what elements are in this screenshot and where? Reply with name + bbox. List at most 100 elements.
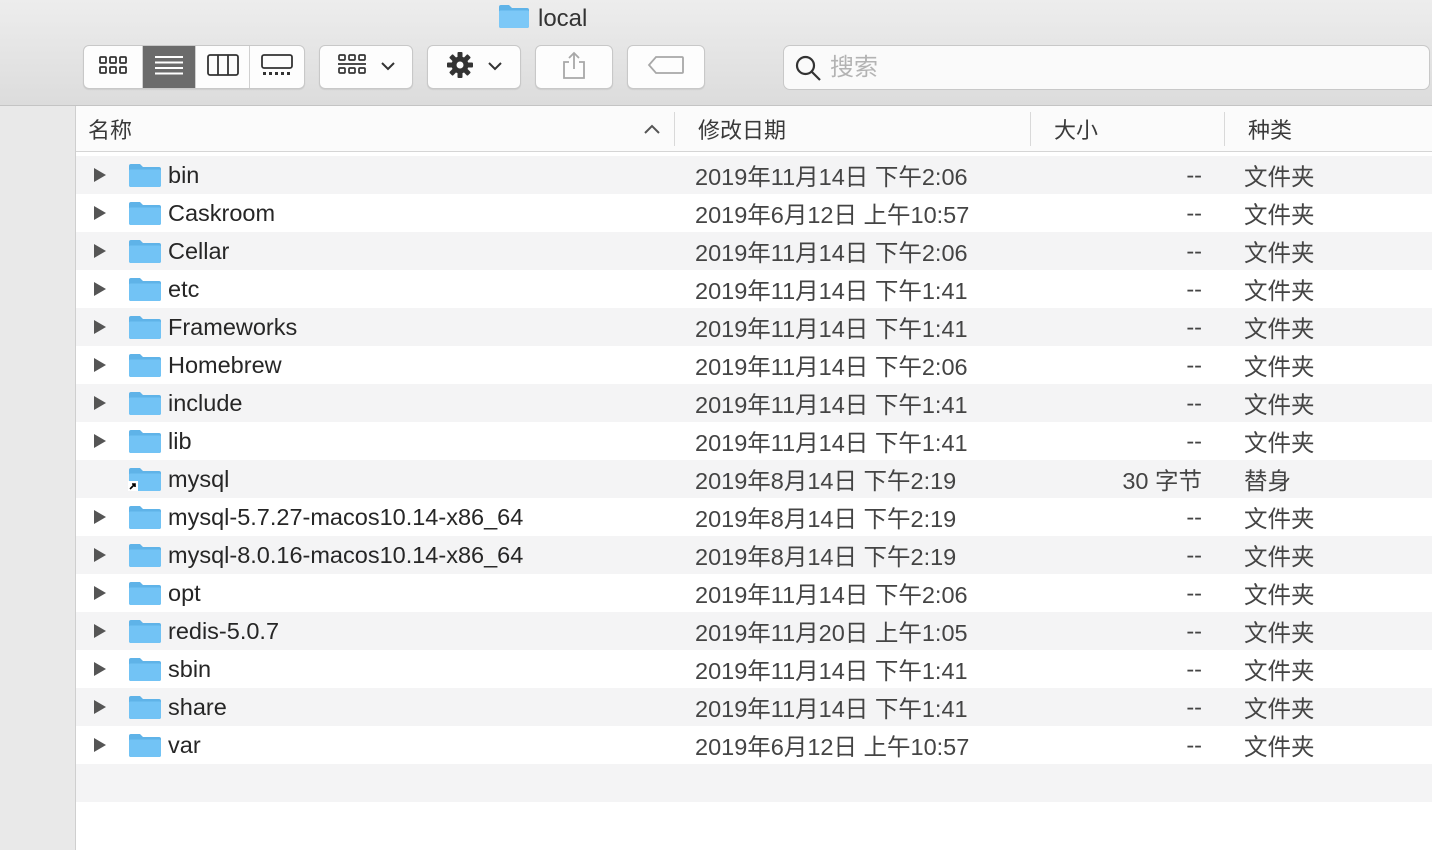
disclosure-triangle-icon[interactable] [90, 270, 110, 308]
file-row[interactable]: Frameworks 2019年11月14日 下午1:41 -- 文件夹 [76, 308, 1432, 346]
file-name: opt [168, 579, 201, 606]
folder-icon [128, 498, 162, 536]
disclosure-triangle-icon[interactable] [90, 574, 110, 612]
column-view-icon [206, 53, 239, 81]
disclosure-triangle-icon[interactable] [90, 650, 110, 688]
file-row[interactable]: bin 2019年11月14日 下午2:06 -- 文件夹 [76, 156, 1432, 194]
view-mode-control [83, 45, 305, 89]
disclosure-triangle-icon[interactable] [90, 308, 110, 346]
folder-icon [128, 384, 162, 422]
column-size-header[interactable]: 大小 [1054, 106, 1224, 151]
disclosure-triangle-icon[interactable] [90, 498, 110, 536]
file-name: mysql-8.0.16-macos10.14-x86_64 [168, 541, 524, 568]
tags-button[interactable] [627, 45, 705, 89]
file-row[interactable]: Homebrew 2019年11月14日 下午2:06 -- 文件夹 [76, 346, 1432, 384]
file-kind: 文件夹 [1244, 392, 1315, 418]
disclosure-triangle-icon[interactable] [90, 194, 110, 232]
file-row[interactable]: share 2019年11月14日 下午1:41 -- 文件夹 [76, 688, 1432, 726]
file-size: -- [1186, 313, 1202, 340]
file-row[interactable]: Caskroom 2019年6月12日 上午10:57 -- 文件夹 [76, 194, 1432, 232]
file-modified-date: 2019年11月14日 下午2:06 [695, 354, 968, 380]
disclosure-triangle-icon[interactable] [90, 422, 110, 460]
file-row[interactable]: lib 2019年11月14日 下午1:41 -- 文件夹 [76, 422, 1432, 460]
action-button[interactable] [427, 45, 521, 89]
file-row[interactable]: include 2019年11月14日 下午1:41 -- 文件夹 [76, 384, 1432, 422]
file-kind: 文件夹 [1244, 658, 1315, 684]
sidebar [0, 106, 76, 850]
window-title: local [498, 4, 587, 34]
column-modified-label: 修改日期 [698, 117, 787, 143]
disclosure-triangle-icon[interactable] [90, 156, 110, 194]
disclosure-triangle-icon[interactable] [90, 346, 110, 384]
column-header: 名称 修改日期 大小 种类 [76, 106, 1432, 152]
file-kind: 替身 [1244, 468, 1291, 494]
file-name: redis-5.0.7 [168, 617, 280, 644]
icon-view-icon [98, 55, 128, 80]
file-kind: 文件夹 [1244, 544, 1315, 570]
file-size: -- [1186, 351, 1202, 378]
disclosure-triangle-icon[interactable] [90, 688, 110, 726]
file-row[interactable]: redis-5.0.7 2019年11月20日 上午1:05 -- 文件夹 [76, 612, 1432, 650]
share-button[interactable] [535, 45, 613, 89]
column-separator[interactable] [1030, 112, 1031, 146]
disclosure-triangle-icon[interactable] [90, 536, 110, 574]
empty-row [76, 802, 1432, 840]
search-field[interactable] [783, 45, 1430, 90]
file-modified-date: 2019年11月14日 下午1:41 [695, 696, 968, 722]
column-name-header[interactable]: 名称 [88, 106, 674, 151]
file-modified-date: 2019年11月20日 上午1:05 [695, 620, 968, 646]
file-row[interactable]: opt 2019年11月14日 下午2:06 -- 文件夹 [76, 574, 1432, 612]
list-view-button[interactable] [143, 46, 196, 88]
file-modified-date: 2019年11月14日 下午2:06 [695, 240, 968, 266]
column-separator[interactable] [1224, 112, 1225, 146]
column-view-button[interactable] [196, 46, 250, 88]
icon-view-button[interactable] [84, 46, 143, 88]
disclosure-triangle-icon[interactable] [90, 232, 110, 270]
disclosure-triangle-icon[interactable] [90, 612, 110, 650]
file-name: lib [168, 427, 192, 454]
share-icon [562, 51, 586, 84]
column-kind-header[interactable]: 种类 [1248, 106, 1428, 151]
file-modified-date: 2019年8月14日 下午2:19 [695, 544, 957, 570]
gallery-view-button[interactable] [250, 46, 304, 88]
file-row[interactable]: etc 2019年11月14日 下午1:41 -- 文件夹 [76, 270, 1432, 308]
file-name: Frameworks [168, 313, 298, 340]
column-separator[interactable] [674, 112, 675, 146]
file-modified-date: 2019年6月12日 上午10:57 [695, 202, 970, 228]
file-size: -- [1186, 389, 1202, 416]
folder-icon [128, 270, 162, 308]
folder-icon [128, 726, 162, 764]
column-modified-header[interactable]: 修改日期 [698, 106, 1028, 151]
folder-icon [128, 574, 162, 612]
file-size: -- [1186, 199, 1202, 226]
file-size: 30 字节 [1122, 468, 1202, 494]
file-modified-date: 2019年11月14日 下午1:41 [695, 392, 968, 418]
file-modified-date: 2019年11月14日 下午1:41 [695, 316, 968, 342]
file-kind: 文件夹 [1244, 582, 1315, 608]
group-by-button[interactable] [319, 45, 413, 89]
file-size: -- [1186, 503, 1202, 530]
file-row[interactable]: mysql-8.0.16-macos10.14-x86_64 2019年8月14日… [76, 536, 1432, 574]
disclosure-triangle-icon[interactable] [90, 726, 110, 764]
file-kind: 文件夹 [1244, 734, 1315, 760]
gear-icon [446, 51, 474, 84]
search-icon [794, 54, 822, 82]
file-row[interactable]: var 2019年6月12日 上午10:57 -- 文件夹 [76, 726, 1432, 764]
file-size: -- [1186, 237, 1202, 264]
file-row[interactable]: Cellar 2019年11月14日 下午2:06 -- 文件夹 [76, 232, 1432, 270]
folder-icon [128, 232, 162, 270]
file-row[interactable]: mysql-5.7.27-macos10.14-x86_64 2019年8月14日… [76, 498, 1432, 536]
file-kind: 文件夹 [1244, 316, 1315, 342]
disclosure-triangle-icon[interactable] [90, 384, 110, 422]
file-name: include [168, 389, 243, 416]
file-row[interactable]: sbin 2019年11月14日 下午1:41 -- 文件夹 [76, 650, 1432, 688]
chevron-down-icon [381, 58, 395, 76]
file-modified-date: 2019年11月14日 下午2:06 [695, 582, 968, 608]
file-row[interactable]: mysql 2019年8月14日 下午2:19 30 字节 替身 [76, 460, 1432, 498]
file-name: mysql [168, 465, 230, 492]
file-size: -- [1186, 617, 1202, 644]
folder-icon [128, 422, 162, 460]
file-name: Homebrew [168, 351, 282, 378]
search-input[interactable] [828, 52, 1392, 83]
file-size: -- [1186, 731, 1202, 758]
